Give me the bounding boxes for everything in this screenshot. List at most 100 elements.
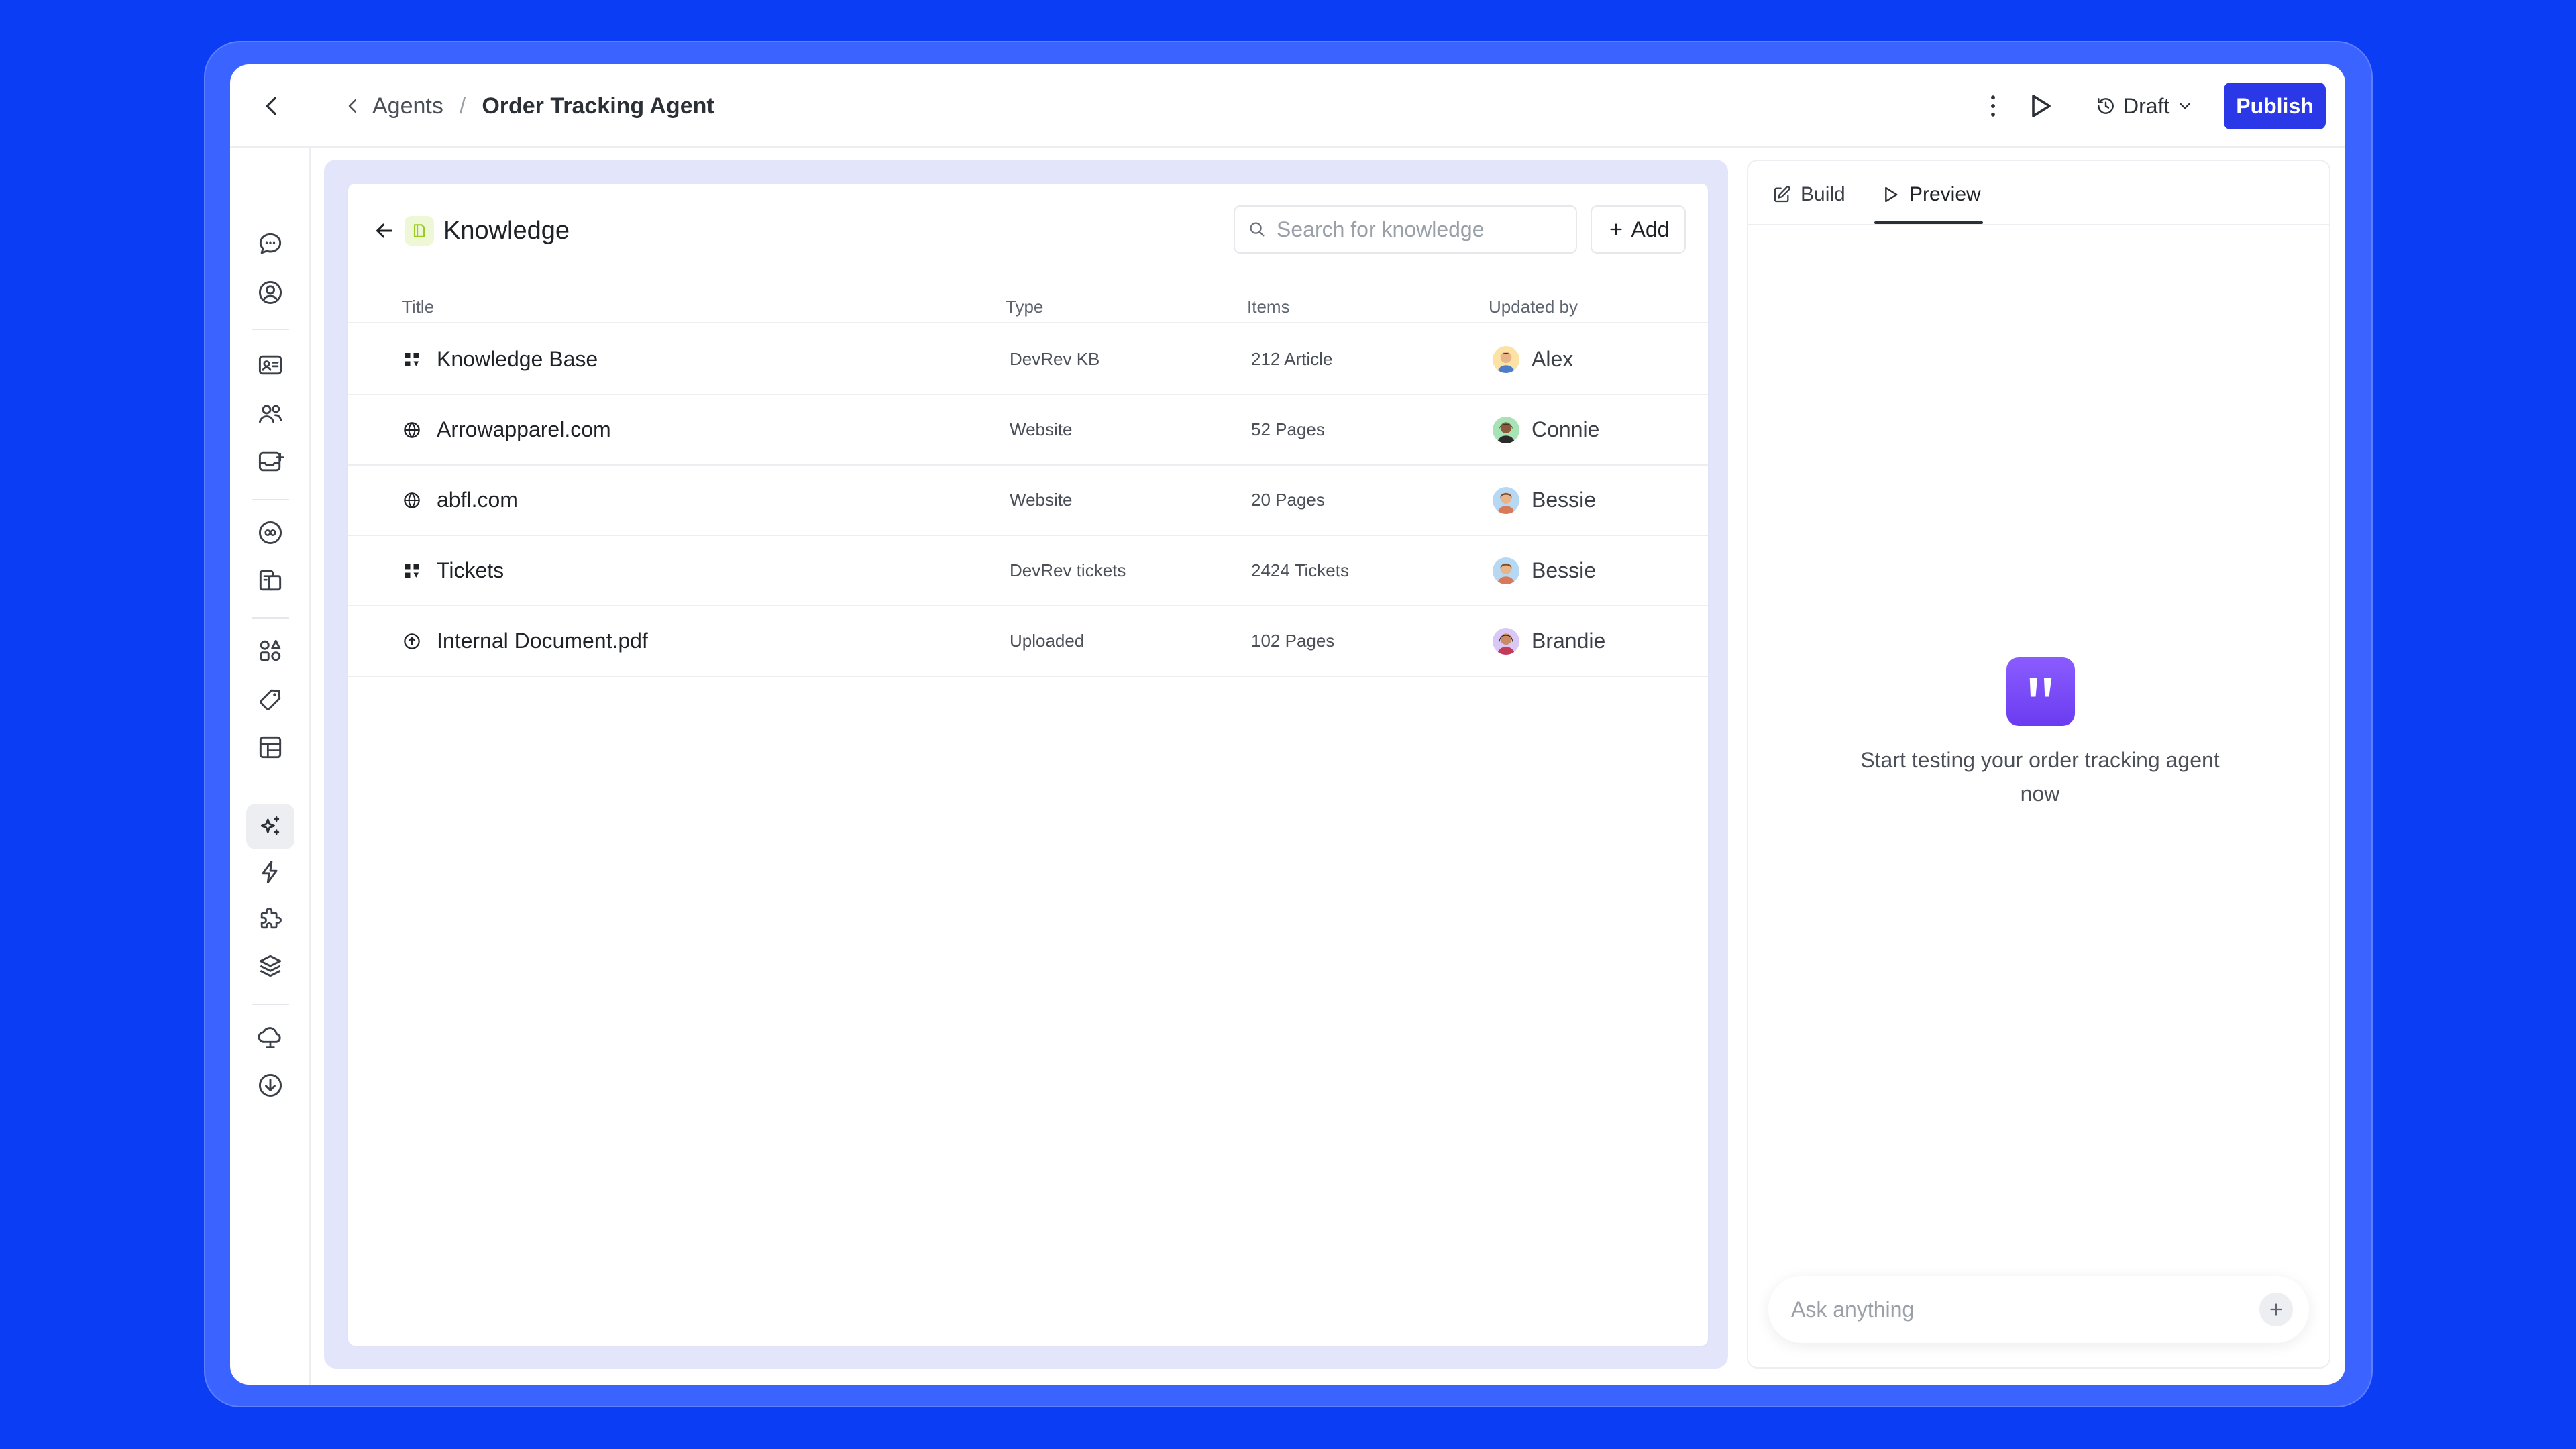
row-title: Internal Document.pdf [437,629,648,653]
table-row[interactable]: abfl.com Website 20 Pages Bessie [348,466,1708,536]
chevron-left-icon [348,99,356,113]
sparkles-icon[interactable] [256,812,285,841]
ask-input[interactable] [1791,1297,2259,1322]
globe-icon [404,421,420,438]
row-type: Website [1010,490,1073,510]
book-icon [405,216,434,246]
row-type: DevRev KB [1010,349,1100,369]
run-button[interactable] [2024,90,2056,122]
play-icon [1885,186,1898,203]
row-items: 20 Pages [1251,490,1325,510]
avatar [1493,416,1519,443]
active-tab-indicator [1874,221,1983,224]
left-rail [230,148,311,1385]
users-icon[interactable] [256,398,285,428]
tab-preview[interactable]: Preview [1880,181,1981,208]
tag-icon[interactable] [256,684,285,714]
avatar [1493,627,1519,655]
column-title[interactable]: Title [402,297,434,317]
inbox-icon[interactable] [256,447,285,476]
tab-build[interactable]: Build [1771,181,1845,208]
plus-icon [2270,1303,2282,1316]
page-title: Order Tracking Agent [482,93,714,119]
globe-icon [404,492,420,508]
column-items[interactable]: Items [1247,297,1290,317]
add-button[interactable]: Add [1591,205,1686,254]
row-items: 102 Pages [1251,631,1335,651]
devrev-icon [405,564,419,578]
tab-build-label: Build [1801,183,1845,205]
plus-icon [1609,223,1622,235]
row-updated-by: Alex [1532,347,1574,371]
breadcrumb-agents-link[interactable]: Agents [372,93,443,119]
rail-divider [252,1004,289,1005]
search-box[interactable] [1234,205,1577,254]
row-updated-by: Bessie [1532,488,1597,512]
ask-box[interactable] [1768,1276,2309,1343]
edit-icon [1774,186,1790,203]
row-title: Tickets [437,558,504,582]
avatar [1493,557,1519,584]
table-icon[interactable] [256,733,285,762]
search-input[interactable] [1277,217,1558,242]
table-row[interactable]: Arrowapparel.com Website 52 Pages Connie [348,395,1708,466]
breadcrumb: Agents / Order Tracking Agent [343,89,714,123]
preview-tabs: Build Preview [1748,161,2329,225]
apps-icon[interactable] [256,636,285,665]
rail-divider [252,329,289,330]
knowledge-header: Knowledge Add [348,184,1708,278]
play-icon [2032,95,2051,117]
cloud-icon[interactable] [256,1022,285,1052]
documents-icon[interactable] [256,566,285,596]
back-button[interactable] [372,219,396,243]
puzzle-icon[interactable] [256,904,285,934]
lightning-icon[interactable] [256,857,285,887]
chat-icon[interactable] [256,229,285,259]
attach-button[interactable] [2259,1293,2293,1326]
rail-divider [252,617,289,619]
row-updated-by: Bessie [1532,558,1597,582]
rail-divider [252,499,289,500]
app-window: Agents / Order Tracking Agent Draft Publ… [230,64,2345,1385]
row-updated-by: Connie [1532,417,1600,441]
table-row[interactable]: Internal Document.pdf Uploaded 102 Pages… [348,606,1708,677]
upload-icon [404,633,420,649]
column-type[interactable]: Type [1006,297,1043,317]
arrow-left-icon [376,223,392,238]
user-circle-icon[interactable] [256,278,285,307]
knowledge-card: Knowledge Add Title Type Items Updated b… [348,184,1708,1346]
row-type: Website [1010,419,1073,439]
layers-icon[interactable] [256,951,285,981]
version-dropdown[interactable]: Draft [2095,89,2194,123]
contact-card-icon[interactable] [256,350,285,380]
row-updated-by: Brandie [1532,629,1606,653]
history-icon [2098,98,2114,114]
preview-panel: Build Preview Start testing your order t… [1747,160,2330,1368]
more-options-button[interactable] [1978,91,2008,121]
table-row[interactable]: Tickets DevRev tickets 2424 Tickets Bess… [348,536,1708,606]
avatar [1493,486,1519,514]
avatar [1493,345,1519,373]
more-vertical-icon [1991,95,1995,117]
empty-state-message: Start testing your order tracking agent … [1860,748,2220,806]
row-items: 52 Pages [1251,419,1325,439]
row-items: 212 Article [1251,349,1333,369]
infinity-icon[interactable] [256,518,285,547]
table-row[interactable]: Knowledge Base DevRev KB 212 Article Ale… [348,325,1708,395]
tab-preview-label: Preview [1909,183,1981,205]
chevron-left-icon [266,97,276,115]
row-title: abfl.com [437,488,518,512]
download-icon[interactable] [256,1071,285,1100]
row-type: Uploaded [1010,631,1085,651]
collapse-sidebar-button[interactable] [258,93,285,119]
search-icon [1250,222,1265,237]
row-items: 2424 Tickets [1251,560,1349,580]
row-title: Knowledge Base [437,347,598,371]
draft-label: Draft [2123,93,2170,118]
knowledge-title: Knowledge [443,217,570,245]
add-label: Add [1631,217,1670,241]
column-updated-by[interactable]: Updated by [1489,297,1578,317]
chevron-down-icon [2180,103,2190,109]
devrev-icon [405,352,419,366]
publish-button[interactable]: Publish [2224,83,2326,129]
